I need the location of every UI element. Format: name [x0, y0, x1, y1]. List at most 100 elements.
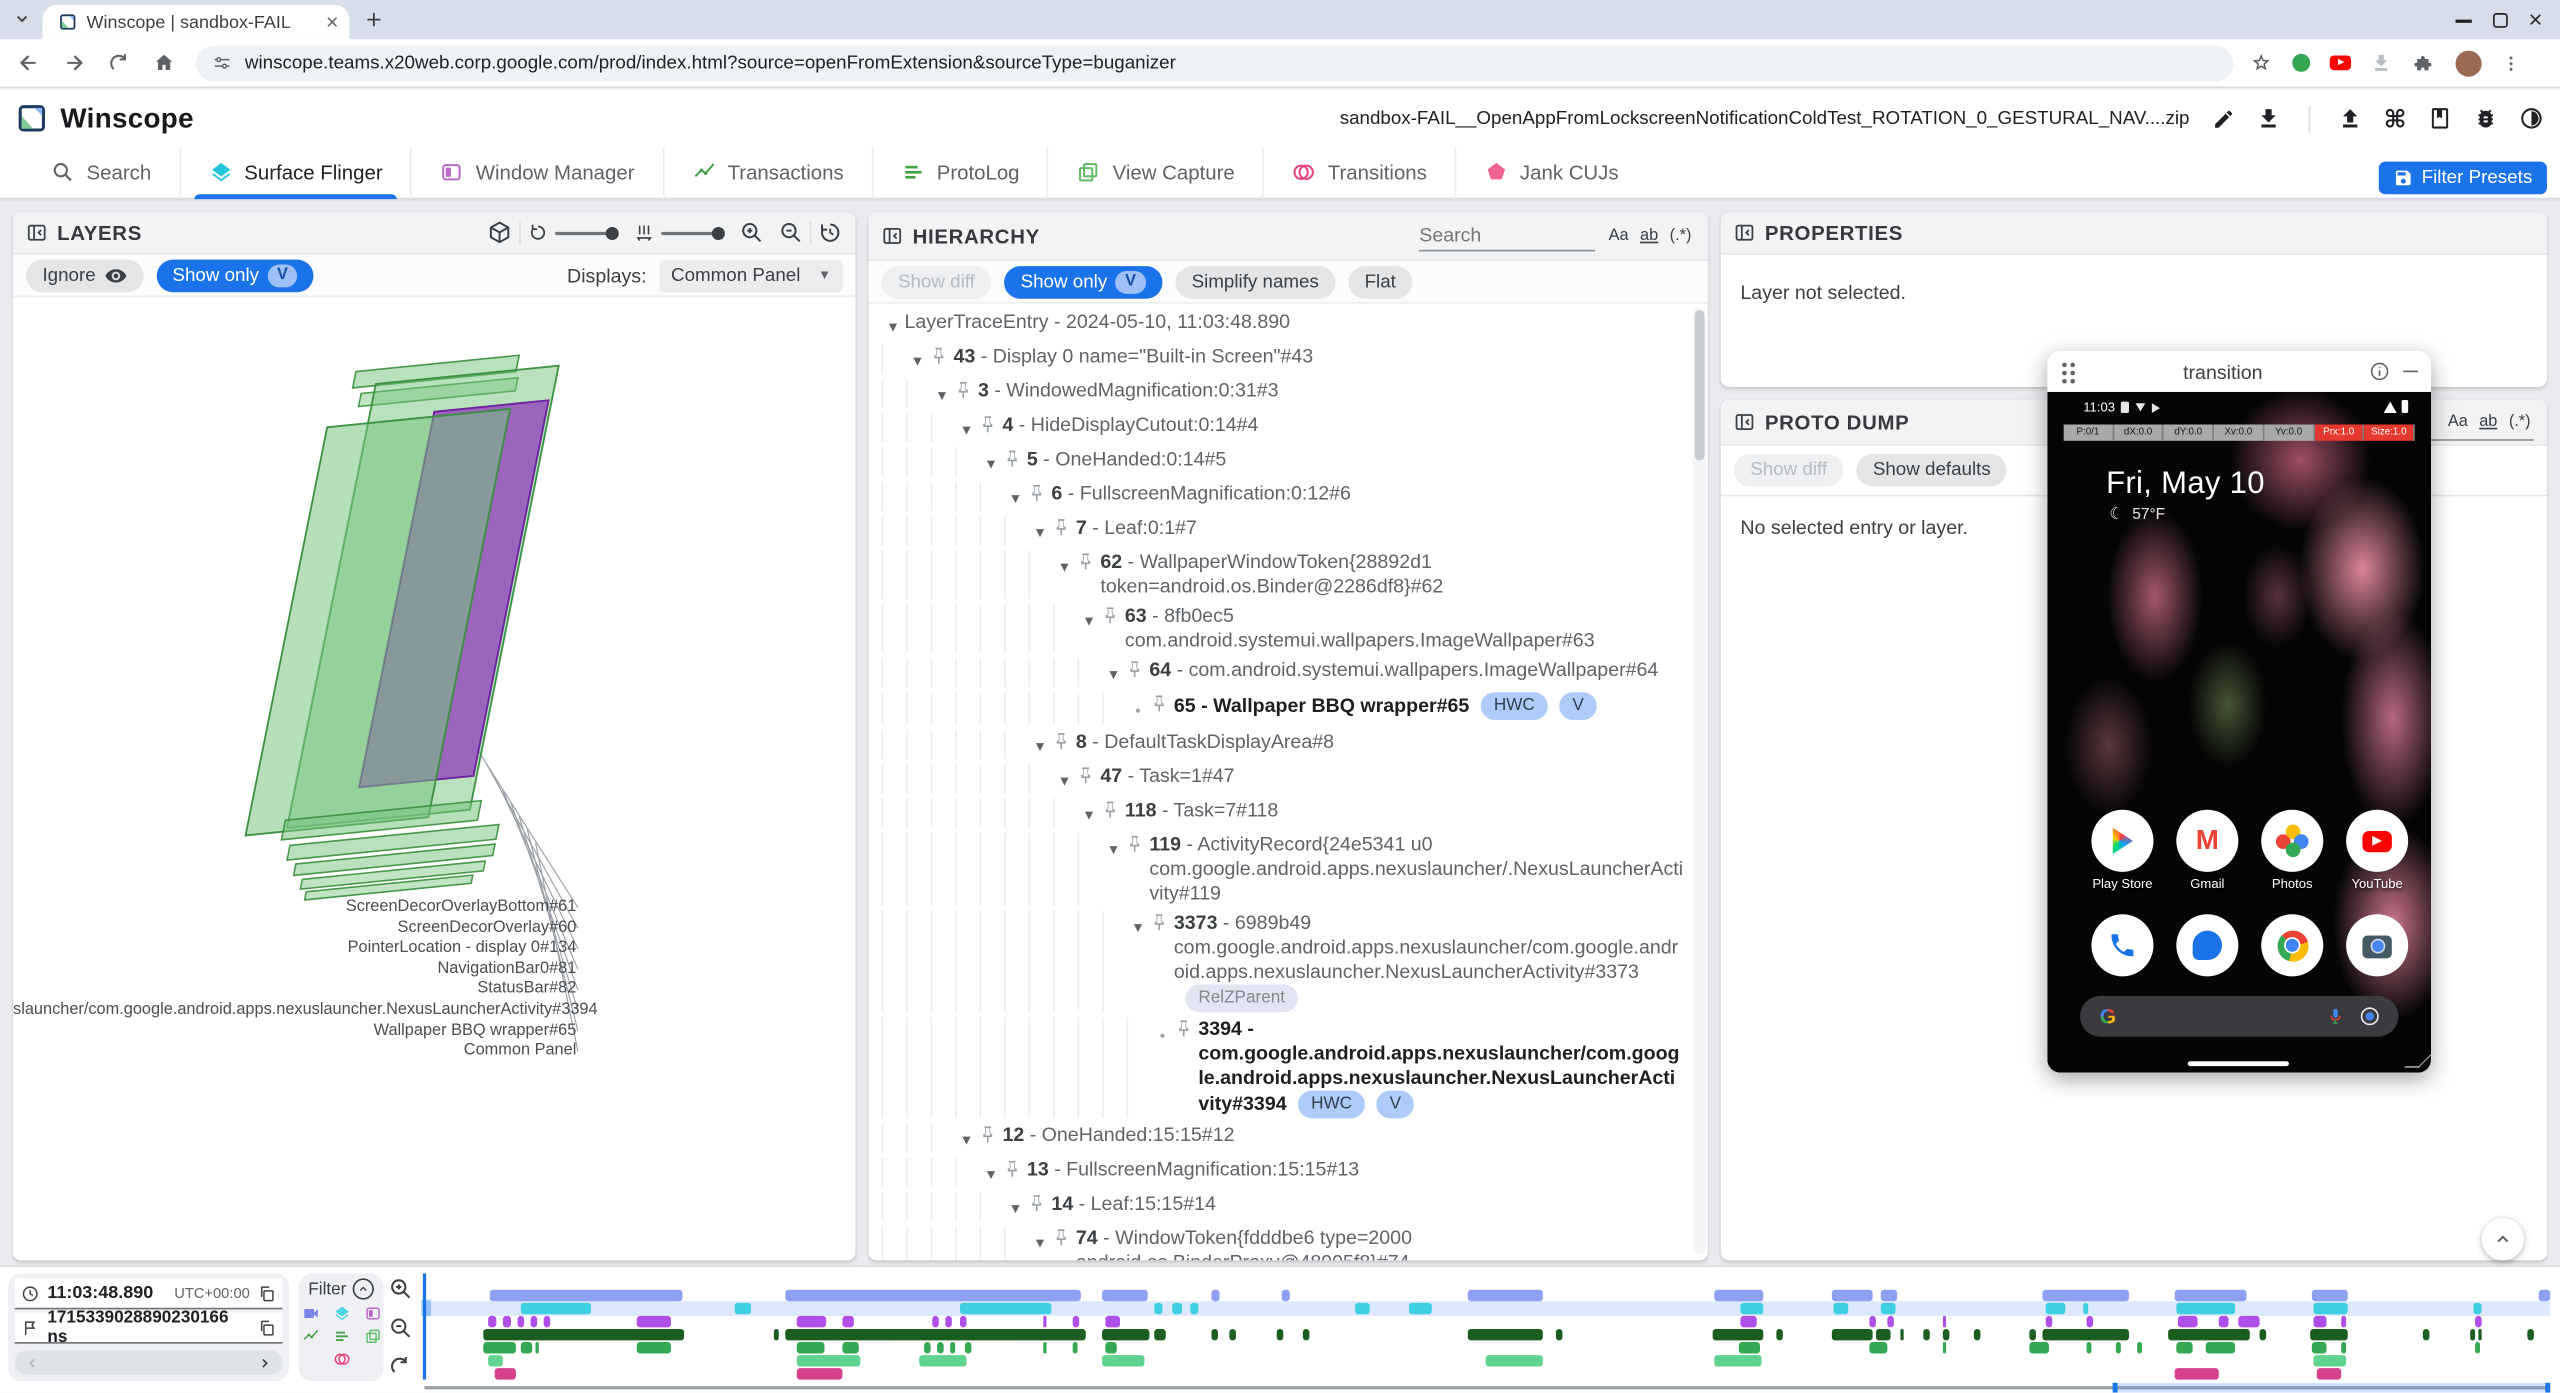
collapse-panel-icon[interactable] [1734, 222, 1755, 243]
expand-arrow-icon[interactable]: ▼ [906, 344, 929, 373]
app-camera-icon[interactable] [2346, 914, 2408, 976]
tree-node[interactable]: ▼47 - Task=1#47 [882, 761, 1692, 795]
lens-icon[interactable] [2361, 1007, 2379, 1025]
trace-segment[interactable] [2469, 1329, 2475, 1340]
tree-node[interactable]: ▼5 - OneHanded:0:14#5 [882, 444, 1692, 478]
expand-arrow-icon[interactable]: ▼ [1029, 1225, 1052, 1254]
trace-segment[interactable] [1942, 1329, 1948, 1340]
trace-segment[interactable] [1173, 1303, 1181, 1314]
zoom-out-icon[interactable] [779, 220, 803, 244]
tree-node[interactable]: ▼13 - FullscreenMagnification:15:15#13 [882, 1154, 1692, 1188]
trace-segment[interactable] [1468, 1290, 1542, 1301]
visible-range-selection[interactable] [2112, 1383, 2550, 1393]
info-icon[interactable] [2369, 361, 2390, 382]
trace-segment[interactable] [1073, 1342, 1077, 1353]
expand-arrow-icon[interactable]: ▼ [980, 447, 1003, 476]
tree-node[interactable]: ▼LayerTraceEntry - 2024-05-10, 11:03:48.… [882, 307, 1692, 341]
trace-segment[interactable] [920, 1355, 967, 1366]
trace-segment[interactable] [1923, 1329, 1929, 1340]
trace-segment[interactable] [2478, 1329, 2482, 1340]
trace-segment[interactable] [950, 1342, 956, 1353]
trace-segment[interactable] [1832, 1329, 1872, 1340]
app-youtube-icon[interactable] [2346, 810, 2408, 872]
trace-segment[interactable] [2117, 1342, 2121, 1353]
current-time-field[interactable]: 11:03:48.890 UTC+00:00 [15, 1278, 283, 1309]
trace-segment[interactable] [945, 1316, 951, 1327]
trace-segment[interactable] [2540, 1290, 2551, 1301]
tree-node[interactable]: ▼118 - Task=7#118 [882, 795, 1692, 829]
trace-segment[interactable] [1834, 1303, 1849, 1314]
window-filter-icon[interactable] [363, 1304, 381, 1322]
trace-segment[interactable] [1876, 1329, 1891, 1340]
tree-node[interactable]: ▼63 - 8fb0ec5 com.android.systemui.wallp… [882, 601, 1692, 655]
tree-node[interactable]: ▼3373 - 6989b49 com.google.android.apps.… [882, 908, 1692, 1014]
expand-timeline-fab[interactable] [2482, 1218, 2524, 1260]
zoom-out-icon[interactable] [389, 1316, 413, 1340]
forward-icon[interactable] [62, 51, 86, 75]
tab-search-icon[interactable] [11, 8, 32, 29]
trace-segment[interactable] [2138, 1342, 2142, 1353]
trace-segment[interactable] [735, 1303, 752, 1314]
trace-segment[interactable] [2423, 1329, 2429, 1340]
trace-segment[interactable] [2042, 1290, 2129, 1301]
hierarchy-search-input[interactable] [1419, 220, 1595, 251]
browser-menu-icon[interactable] [2501, 53, 2521, 73]
trace-segment[interactable] [796, 1368, 843, 1379]
expand-arrow-icon[interactable]: ▼ [1127, 910, 1150, 939]
show-only-chip[interactable]: Show only V [1004, 265, 1162, 298]
extensions-puzzle-icon[interactable] [2411, 51, 2434, 74]
squares-filter-icon[interactable] [363, 1327, 381, 1345]
next-entry-icon[interactable] [258, 1356, 271, 1369]
match-case-icon[interactable]: Aa [2448, 413, 2468, 431]
trace-segment[interactable] [495, 1368, 516, 1379]
videocam-filter-icon[interactable] [301, 1304, 319, 1322]
pin-icon[interactable] [1149, 912, 1169, 932]
tree-node[interactable]: ▼119 - ActivityRecord{24e5341 u0 com.goo… [882, 829, 1692, 907]
pin-icon[interactable] [1174, 1018, 1194, 1038]
trace-segment[interactable] [1881, 1303, 1896, 1314]
tree-node[interactable]: ●3394 - com.google.android.apps.nexuslau… [882, 1014, 1692, 1120]
tree-node[interactable]: ▼14 - Leaf:15:15#14 [882, 1189, 1692, 1223]
trace-segment[interactable] [520, 1303, 590, 1314]
window-close-icon[interactable] [2527, 11, 2543, 27]
trace-segment[interactable] [2527, 1329, 2533, 1340]
app-photos-icon[interactable] [2261, 810, 2323, 872]
prev-entry-icon[interactable] [26, 1356, 39, 1369]
app-gmail-icon[interactable]: M [2176, 810, 2238, 872]
trace-segment[interactable] [1281, 1290, 1289, 1301]
pin-icon[interactable] [978, 1124, 998, 1144]
trace-segment[interactable] [796, 1342, 824, 1353]
flat-chip[interactable]: Flat [1348, 265, 1412, 298]
tree-node[interactable]: ▼6 - FullscreenMagnification:0:12#6 [882, 478, 1692, 512]
app-phone-icon[interactable] [2091, 914, 2153, 976]
filter-presets-button[interactable]: Filter Presets [2379, 162, 2547, 195]
browser-tab[interactable]: Winscope | sandbox-FAIL [42, 5, 349, 39]
pin-icon[interactable] [1002, 1158, 1022, 1178]
simplify-names-chip[interactable]: Simplify names [1175, 265, 1335, 298]
app-play-icon[interactable] [2091, 810, 2153, 872]
pin-icon[interactable] [1100, 799, 1120, 819]
google-search-bar[interactable]: G [2080, 996, 2398, 1037]
track-protolog[interactable] [424, 1342, 2550, 1353]
upload-traces-icon[interactable] [2338, 106, 2362, 130]
layers-3d-canvas[interactable]: ScreenDecorOverlayBottom#61ScreenDecorOv… [13, 297, 855, 1260]
match-regex-icon[interactable]: (.*) [1670, 227, 1692, 245]
trace-segment[interactable] [2046, 1316, 2052, 1327]
trace-segment[interactable] [2259, 1329, 2265, 1340]
trace-segment[interactable] [1942, 1342, 1946, 1353]
trace-segment[interactable] [1103, 1290, 1148, 1301]
bookmark-icon[interactable] [2250, 51, 2273, 74]
trace-segment[interactable] [1302, 1329, 1308, 1340]
expand-arrow-icon[interactable]: ▼ [882, 309, 905, 338]
pin-icon[interactable] [1002, 448, 1022, 468]
report-bug-icon[interactable] [2473, 106, 2497, 130]
drag-handle-icon[interactable] [2060, 360, 2076, 383]
trace-segment[interactable] [1409, 1303, 1432, 1314]
trace-segment[interactable] [2178, 1316, 2197, 1327]
expand-arrow-icon[interactable]: ▼ [1029, 515, 1052, 544]
edit-file-icon[interactable] [2212, 107, 2235, 130]
trace-segment[interactable] [1485, 1355, 1542, 1366]
tab-search[interactable]: Search [23, 146, 179, 198]
tree-node[interactable]: ▼43 - Display 0 name="Built-in Screen"#4… [882, 341, 1692, 375]
dark-mode-icon[interactable] [2519, 106, 2543, 130]
